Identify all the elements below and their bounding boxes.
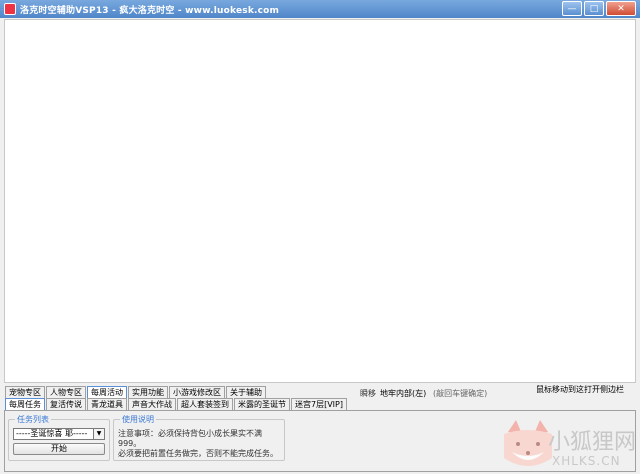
close-button[interactable]: ✕ bbox=[606, 1, 636, 16]
task-select-value: -----圣诞惊喜 耶----- bbox=[16, 429, 88, 438]
maximize-button[interactable]: □ bbox=[584, 1, 604, 16]
chevron-down-icon[interactable]: ▼ bbox=[93, 429, 104, 439]
watermark-domain: XHLKS.CN bbox=[552, 454, 621, 468]
tab-weekly-tasks[interactable]: 每周任务 bbox=[5, 398, 45, 410]
tab-utilities[interactable]: 实用功能 bbox=[128, 386, 168, 398]
usage-legend: 使用说明 bbox=[120, 414, 156, 425]
watermark-text: 小狐狸网 bbox=[548, 430, 637, 455]
tab-weekly-events[interactable]: 每周活动 bbox=[87, 386, 127, 398]
usage-note-line-2: 必须要把前置任务做完，否则不能完成任务。 bbox=[118, 449, 278, 458]
tab-maze-level-7-vip[interactable]: 迷宫7层[VIP] bbox=[291, 398, 347, 410]
tab-pet-zone[interactable]: 宠物专区 bbox=[5, 386, 45, 398]
tab-character-zone[interactable]: 人物专区 bbox=[46, 386, 86, 398]
usage-notes: 注意事项：必须保持背包小成长果实不满999。 必须要把前置任务做完，否则不能完成… bbox=[118, 429, 284, 459]
tab-revival-legend[interactable]: 复活传说 bbox=[46, 398, 86, 410]
minimize-button[interactable]: — bbox=[562, 1, 582, 16]
title-bar[interactable]: 洛克时空辅助VSP13 - 疯大洛克时空 - www.luokesk.com —… bbox=[0, 0, 640, 18]
tab-milu-christmas[interactable]: 米露的圣诞节 bbox=[234, 398, 290, 410]
teleport-location[interactable]: 地牢内部(左) bbox=[380, 388, 426, 399]
window-controls: — □ ✕ bbox=[562, 1, 636, 16]
teleport-hint: (敲回车键确定) bbox=[433, 389, 488, 398]
tab-about[interactable]: 关于辅助 bbox=[226, 386, 266, 398]
tab-superman-suit-signin[interactable]: 超人套装签到 bbox=[177, 398, 233, 410]
tab-minigame-mods[interactable]: 小游戏修改区 bbox=[169, 386, 225, 398]
sub-tabs: 每周任务 复活传说 青龙道具 声音大作战 超人套装签到 米露的圣诞节 迷宫7层[… bbox=[5, 398, 348, 410]
usage-group: 使用说明 注意事项：必须保持背包小成长果实不满999。 必须要把前置任务做完，否… bbox=[113, 414, 285, 461]
tab-sound-battle[interactable]: 声音大作战 bbox=[128, 398, 176, 410]
usage-note-line-1: 注意事项：必须保持背包小成长果实不满999。 bbox=[118, 429, 262, 448]
task-list-legend: 任务列表 bbox=[15, 414, 51, 425]
sidebar-hint[interactable]: 鼠标移动到这打开侧边栏 bbox=[536, 384, 624, 395]
task-select[interactable]: -----圣诞惊喜 耶----- ▼ bbox=[13, 428, 105, 440]
teleport-label: 瞬移 bbox=[360, 389, 376, 398]
main-tabs: 宠物专区 人物专区 每周活动 实用功能 小游戏修改区 关于辅助 bbox=[5, 386, 267, 398]
tab-azure-dragon-items[interactable]: 青龙道具 bbox=[87, 398, 127, 410]
task-list-group: 任务列表 -----圣诞惊喜 耶----- ▼ 开始 bbox=[8, 414, 110, 461]
game-viewport[interactable] bbox=[4, 19, 636, 383]
app-icon bbox=[4, 3, 16, 15]
window-title: 洛克时空辅助VSP13 - 疯大洛克时空 - www.luokesk.com bbox=[20, 5, 280, 16]
start-button[interactable]: 开始 bbox=[13, 443, 105, 455]
